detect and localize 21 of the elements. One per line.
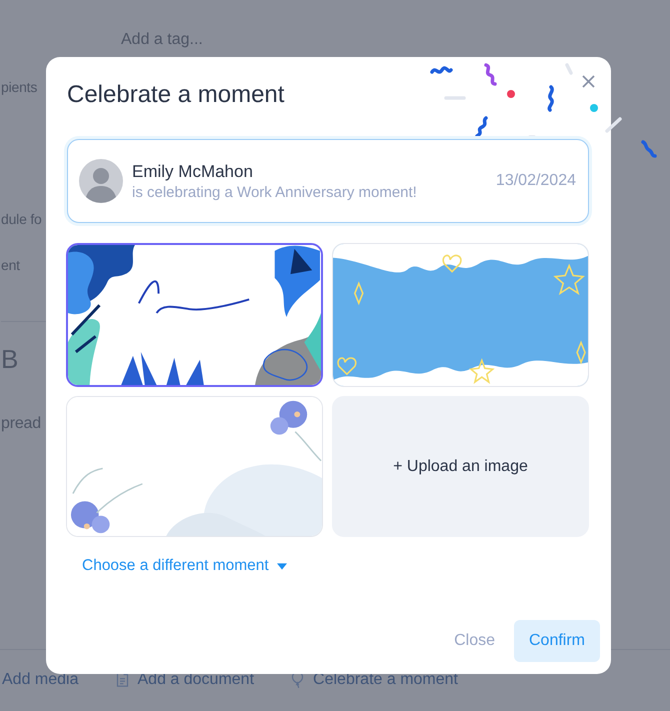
background-text: pread (1, 415, 41, 433)
person-name: Emily McMahon (132, 162, 254, 182)
confirm-button[interactable]: Confirm (514, 620, 600, 662)
background-text: ent (1, 257, 20, 273)
background-text: pients (1, 79, 38, 95)
action-link[interactable]: Add media (2, 670, 78, 688)
close-button[interactable]: Close (454, 620, 495, 662)
action-link[interactable]: Celebrate a moment (313, 670, 458, 688)
background-text: dule fo (1, 211, 42, 227)
avatar-silhouette (79, 159, 123, 203)
celebration-message: is celebrating a Work Anniversary moment! (132, 184, 418, 200)
close-icon[interactable] (582, 74, 595, 88)
upload-image-button[interactable]: + Upload an image (332, 396, 589, 537)
tag-input-field[interactable]: Add a tag... (121, 31, 203, 49)
caret-icon (276, 562, 287, 570)
moment-link[interactable]: Choose a different moment (82, 557, 269, 575)
celebration-date: 13/02/2024 (496, 172, 576, 190)
floral-card-image[interactable] (66, 243, 323, 387)
watercolor-card-image[interactable] (66, 396, 323, 537)
dialog-title: Celebrate a moment (67, 81, 284, 109)
doodle-card-image[interactable] (332, 243, 589, 387)
